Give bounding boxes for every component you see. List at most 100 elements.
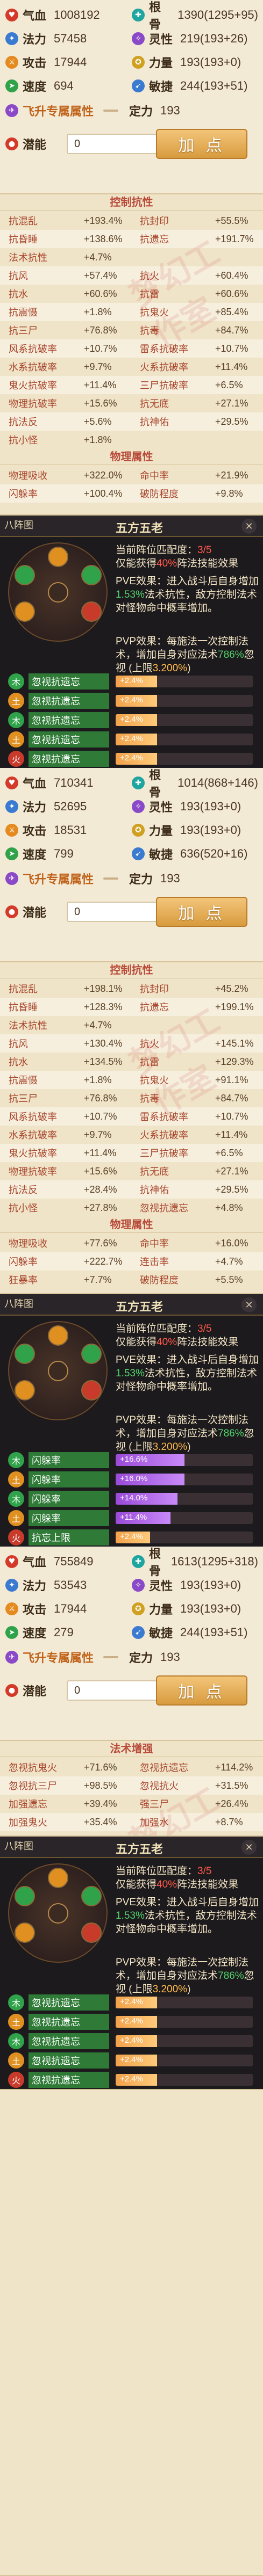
attr-name: 三尸抗破率 [140,380,188,391]
attr-cell: 抗混乱 +198.1% [0,979,131,998]
potential-field[interactable]: 0 [67,902,159,922]
attr-value: +28.4% [84,1184,117,1195]
slot-bar: +2.4% [116,2074,253,2086]
formation-node[interactable] [15,1344,35,1364]
attr-cell: 抗封印 +55.5% [131,212,262,230]
attr-value: +21.9% [215,469,248,481]
attr-name: 水系抗破率 [9,362,57,373]
attr-value: +222.7% [84,1256,123,1267]
stats-panel: ♥ 气血 1008192 ✚ 根骨 1390(1295+95) ✦ 法力 57458 ✧ 灵性 219… [0,0,263,193]
element-icon: 木 [8,712,24,728]
attr-value: +11.4% [84,379,117,390]
formation-node[interactable] [81,1380,102,1401]
slot-bar-text: +11.4% [120,1513,147,1522]
attr-cell: 狂暴率 +7.7% [0,1271,131,1289]
add-point-button[interactable]: 加 点 [156,1675,247,1706]
formation-node[interactable] [48,1361,68,1381]
formation-node[interactable] [48,1903,68,1924]
stat-value: 1390(1295+95) [177,8,258,21]
attr-value: +7.7% [84,1274,112,1285]
attr-value: +39.4% [84,1798,117,1809]
stat-row: ➤ 速度 799 ➹ 敏捷 636(520+16) [5,843,258,865]
attr-name: 鬼火抗破率 [9,1148,57,1159]
formation-node[interactable] [81,1922,102,1943]
attr-cell: 抗法反 +28.4% [0,1180,131,1199]
attr-value: +100.4% [84,488,123,499]
add-point-button[interactable]: 加 点 [156,129,247,159]
formation-titlebar: 八阵图 五方五老 ✕ [0,1837,263,1858]
formation-node[interactable] [81,1886,102,1906]
potential-field[interactable]: 0 [67,1680,159,1701]
close-icon[interactable]: ✕ [241,1840,257,1855]
stat-value: 694 [54,79,74,92]
potential-icon: ● [5,1684,18,1697]
attr-cell: 物理吸收 +322.0% [0,466,131,484]
slot-bar: +2.4% [116,676,253,687]
stats-panel: ♥ 气血 710341 ✚ 根骨 1014(868+146) ✦ 法力 52695 ✧ 灵性 193(… [0,768,263,961]
potential-label: 潜能 [23,1685,47,1698]
close-icon[interactable]: ✕ [241,519,257,534]
potential-label: 潜能 [23,906,47,919]
special-pill[interactable] [103,877,119,880]
attr-cell: 破防程度 +9.8% [131,484,262,503]
element-icon: 土 [8,2052,24,2069]
formation-node[interactable] [81,565,102,585]
formation-node[interactable] [15,601,35,622]
stat-value: 636(520+16) [180,847,248,860]
formation-node[interactable] [48,1325,68,1346]
attr-value: +9.7% [84,361,112,372]
attr-title: 物理属性 [0,1217,263,1233]
stat-label: 力量 [149,56,173,70]
element-icon: 土 [8,2014,24,2030]
attr-row: 抗三尸 +76.8% 抗毒 +84.7% [0,321,263,339]
slot-tag: 忽视抗遗忘 [29,712,109,728]
power-icon: ✪ [132,56,145,69]
potential-label: 潜能 [23,138,47,151]
stat-value: 193(193+0) [180,823,241,837]
ascension-icon: ✈ [5,872,18,885]
formation-tab[interactable]: 八阵图 [4,1839,33,1853]
attr-title: 物理属性 [0,449,263,465]
formation-node[interactable] [15,565,35,585]
formation-node[interactable] [15,1380,35,1401]
slot-bar-text: +2.4% [120,2036,143,2045]
attr-value: +5.5% [215,1274,243,1285]
attr-name: 三尸抗破率 [140,1148,188,1159]
attr-cell: 抗昏睡 +128.3% [0,998,131,1016]
element-icon: 土 [8,1510,24,1526]
effect-percent: 40% [157,1879,177,1890]
formation-panel: 八阵图 五方五老 ✕ 当前阵位匹配度：3/5 仅能获得40%阵法技能效果 PVE效果：进入… [0,1837,263,2089]
slot-bar: +2.4% [116,2016,253,2028]
formation-node[interactable] [81,1344,102,1364]
pve-effect: PVE效果：进入战斗后自身增加1.53%法术抗性，敌方控制法术对怪物命中概率增加… [116,1896,260,1936]
attr-name: 抗混乱 [9,984,38,995]
bone-icon: ✚ [132,1555,145,1568]
special-pill[interactable] [103,1656,119,1658]
close-icon[interactable]: ✕ [241,1297,257,1312]
stat-cell: ✦ 法力 53543 [5,1574,132,1596]
formation-node[interactable] [48,582,68,603]
attr-cell: 抗水 +134.5% [0,1053,131,1071]
formation-node[interactable] [48,1868,68,1888]
attr-cell: 命中率 +16.0% [131,1234,262,1252]
attr-row: 风系抗破率 +10.7% 雷系抗破率 +10.7% [0,339,263,358]
special-pill[interactable] [103,110,119,112]
formation-tab[interactable]: 八阵图 [4,518,33,532]
effect-percent: 40% [157,558,177,569]
formation-node[interactable] [15,1886,35,1906]
formation-tab[interactable]: 八阵图 [4,1296,33,1310]
attr-name: 抗封印 [140,216,169,227]
attr-name: 抗法反 [9,417,38,427]
slot-bar-text: +16.0% [120,1474,148,1483]
attr-name: 抗法反 [9,1185,38,1195]
formation-titlebar: 八阵图 五方五老 ✕ [0,1294,263,1316]
add-point-button[interactable]: 加 点 [156,897,247,927]
formation-node[interactable] [15,1922,35,1943]
formation-node[interactable] [81,601,102,622]
stat-value: 193(193+0) [180,1578,241,1592]
attr-cell: 闪躲率 +222.7% [0,1252,131,1271]
formation-node[interactable] [48,547,68,567]
pve-value: 1.53% [116,1368,145,1379]
potential-field[interactable]: 0 [67,134,159,154]
attr-cell: 忽视抗三尸 +98.5% [0,1776,131,1795]
